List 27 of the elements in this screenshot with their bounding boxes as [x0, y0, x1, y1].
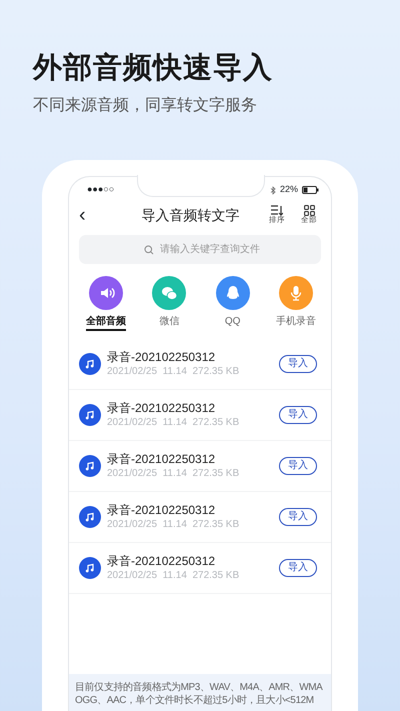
format-notice: 目前仅支持的音频格式为MP3、WAV、M4A、AMR、WMA OGG、AAC，单个文件时长不超过5小时，且大小<512M [69, 674, 331, 711]
screen-title: 导入音频转文字 [140, 206, 240, 224]
file-details: 2021/02/25 11.14 272.35 KB [107, 467, 240, 480]
file-name: 录音-202102250312 [107, 503, 216, 518]
file-name: 录音-202102250312 [107, 554, 216, 569]
import-button[interactable]: 导入 [279, 559, 317, 577]
signal-indicator: ●●●○○ [87, 183, 114, 196]
back-button[interactable]: ‹ [79, 205, 86, 225]
import-button[interactable]: 导入 [279, 406, 317, 424]
file-details: 2021/02/25 11.14 272.35 KB [107, 569, 240, 582]
headline: 外部音频快速导入 [33, 50, 274, 86]
import-button[interactable]: 导入 [279, 355, 317, 373]
file-details: 2021/02/25 11.14 272.35 KB [107, 518, 240, 531]
import-button[interactable]: 导入 [279, 457, 317, 475]
import-button[interactable]: 导入 [279, 508, 317, 526]
search-field[interactable]: 请输入关键字查询文件 [79, 235, 321, 264]
file-name: 录音-202102250312 [107, 350, 216, 365]
file-details: 2021/02/25 11.14 272.35 KB [107, 416, 240, 429]
battery-level: 22% [280, 183, 298, 196]
subtitle: 不同来源音频，同享转文字服务 [33, 96, 258, 116]
source-tab[interactable]: 手机录音 [270, 276, 321, 331]
source-tab[interactable]: 微信 [144, 276, 194, 331]
file-details: 2021/02/25 11.14 272.35 KB [107, 365, 240, 378]
source-tab[interactable]: QQ [208, 276, 258, 331]
file-name: 录音-202102250312 [107, 452, 216, 467]
source-tab[interactable]: 全部音频 [81, 276, 131, 331]
file-name: 录音-202102250312 [107, 401, 216, 416]
